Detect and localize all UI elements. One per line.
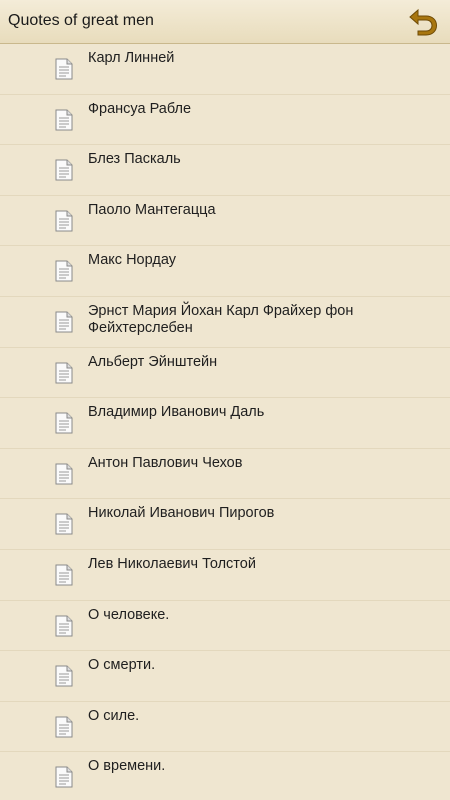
list-item-label: О времени. <box>88 758 166 775</box>
list-item-label: Франсуа Рабле <box>88 100 192 117</box>
document-icon <box>55 210 73 232</box>
list-item-label: Антон Павлович Чехов <box>88 454 243 471</box>
names-list: Карл Линней Франсуа Рабле Блез Паскаль Паол… <box>0 44 450 800</box>
document-icon <box>55 513 73 535</box>
list-item-label: Карл Линней <box>88 50 175 66</box>
list-item-label: Николай Иванович Пирогов <box>88 505 275 522</box>
list-item[interactable]: Франсуа Рабле <box>0 95 450 146</box>
document-icon <box>55 463 73 485</box>
list-item-label: Макс Нордау <box>88 252 176 269</box>
page-title: Quotes of great men <box>8 12 154 29</box>
list-item[interactable]: Альберт Эйнштейн <box>0 348 450 399</box>
list-item[interactable]: Лев Николаевич Толстой <box>0 550 450 601</box>
document-icon <box>55 564 73 586</box>
list-item-label: Паоло Мантегацца <box>88 201 216 218</box>
list-item-label: О силе. <box>88 707 140 724</box>
app-screen: Quotes of great men Карл Линней Франсуа Р… <box>0 0 450 800</box>
list-item[interactable]: Паоло Мантегацца <box>0 196 450 247</box>
list-item-label: О смерти. <box>88 657 156 674</box>
list-item[interactable]: О силе. <box>0 702 450 753</box>
list-item[interactable]: Антон Павлович Чехов <box>0 449 450 500</box>
list-item[interactable]: Блез Паскаль <box>0 145 450 196</box>
document-icon <box>55 665 73 687</box>
list-item[interactable]: О времени. <box>0 752 450 800</box>
document-icon <box>55 260 73 282</box>
action-bar: Quotes of great men <box>0 0 450 44</box>
list-item-label: О человеке. <box>88 606 170 623</box>
back-button[interactable] <box>406 4 442 40</box>
list-item[interactable]: Владимир Иванович Даль <box>0 398 450 449</box>
document-icon <box>55 766 73 788</box>
list-item-label: Эрнст Мария Йохан Карл Фрайхер фон Фейхт… <box>88 302 354 336</box>
document-icon <box>55 58 73 80</box>
document-icon <box>55 159 73 181</box>
list-item[interactable]: Макс Нордау <box>0 246 450 297</box>
list-item-label: Альберт Эйнштейн <box>88 353 218 370</box>
list-item[interactable]: О смерти. <box>0 651 450 702</box>
undo-arrow-icon <box>409 8 438 36</box>
document-icon <box>55 412 73 434</box>
list-item[interactable]: О человеке. <box>0 601 450 652</box>
list-item[interactable]: Карл Линней <box>0 44 450 95</box>
document-icon <box>55 109 73 131</box>
document-icon <box>55 311 73 333</box>
list-item[interactable]: Николай Иванович Пирогов <box>0 499 450 550</box>
list-item-label: Владимир Иванович Даль <box>88 404 265 421</box>
list-item-label: Лев Николаевич Толстой <box>88 555 256 572</box>
document-icon <box>55 615 73 637</box>
document-icon <box>55 716 73 738</box>
document-icon <box>55 362 73 384</box>
list-item-label: Блез Паскаль <box>88 151 181 168</box>
list-item[interactable]: Эрнст Мария Йохан Карл Фрайхер фон Фейхт… <box>0 297 450 348</box>
